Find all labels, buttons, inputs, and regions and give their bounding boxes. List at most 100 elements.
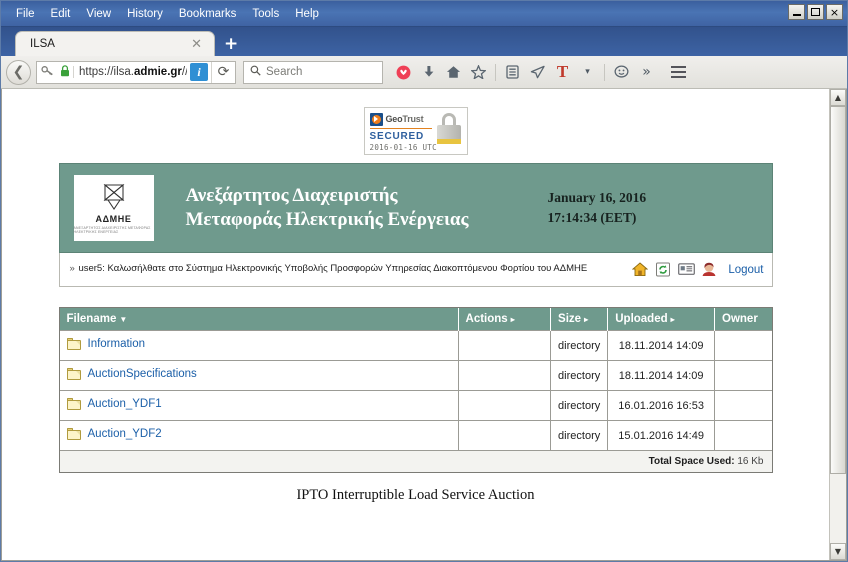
navigation-toolbar: ❮ https://ilsa.admie.gr//index.ph i ⟳ Se… bbox=[1, 56, 847, 89]
menu-hamburger-button[interactable] bbox=[665, 61, 691, 84]
cell-uploaded: 18.11.2014 14:09 bbox=[607, 330, 716, 361]
welcome-message-wrap: » user5: Καλωσήλθατε στο Σύστημα Ηλεκτρο… bbox=[70, 262, 633, 276]
column-header-filename[interactable]: Filename ▼ bbox=[59, 308, 459, 331]
welcome-bullet: » bbox=[69, 263, 76, 275]
menu-help[interactable]: Help bbox=[288, 6, 326, 22]
file-table: Filename ▼ Actions ▸ Size ▸ Uploaded ▸ Owner bbox=[59, 308, 772, 472]
table-row[interactable]: Auction_YDF1 directory 16.01.2016 16:53 bbox=[59, 390, 772, 421]
url-text: https://ilsa.admie.gr//index.ph bbox=[73, 66, 187, 78]
menu-edit[interactable]: Edit bbox=[44, 6, 78, 22]
table-row[interactable]: Auction_YDF2 directory 15.01.2016 14:49 bbox=[59, 420, 772, 451]
text-tool-glyph: T bbox=[556, 62, 569, 81]
sort-icon-size: ▸ bbox=[584, 315, 589, 324]
admie-logo-mark bbox=[103, 183, 124, 210]
toolbar-icons: T ▾ » bbox=[392, 61, 691, 84]
file-link[interactable]: Auction_YDF1 bbox=[66, 398, 162, 410]
vertical-scrollbar[interactable]: ▲ ▼ bbox=[829, 89, 846, 560]
address-bar[interactable]: https://ilsa.admie.gr//index.ph i ⟳ bbox=[36, 60, 236, 84]
welcome-icon-group: Logout bbox=[632, 262, 764, 277]
new-tab-button[interactable]: + bbox=[215, 36, 247, 53]
file-link[interactable]: AuctionSpecifications bbox=[66, 368, 197, 380]
geotrust-seal[interactable]: GeoTrust SECURED 2016-01-16 UTC bbox=[363, 107, 468, 155]
banner-date: January 16, 2016 bbox=[547, 190, 647, 206]
column-header-actions[interactable]: Actions ▸ bbox=[458, 308, 552, 331]
key-icon bbox=[37, 64, 57, 81]
dropdown-caret-icon[interactable]: ▾ bbox=[576, 61, 599, 84]
scroll-up-button[interactable]: ▲ bbox=[830, 89, 846, 106]
menu-tools-label: Tools bbox=[252, 7, 280, 20]
scrollbar-thumb[interactable] bbox=[830, 106, 846, 474]
scrollbar-track[interactable] bbox=[830, 106, 846, 543]
cell-filename: Auction_YDF1 bbox=[59, 390, 459, 421]
menu-history[interactable]: History bbox=[120, 6, 170, 22]
table-row[interactable]: AuctionSpecifications directory 18.11.20… bbox=[59, 360, 772, 391]
window-controls: × bbox=[788, 4, 843, 20]
column-header-owner[interactable]: Owner bbox=[714, 308, 772, 331]
cell-filename: Auction_YDF2 bbox=[59, 420, 459, 451]
cell-actions bbox=[458, 420, 552, 451]
home-icon[interactable] bbox=[442, 61, 465, 84]
folder-icon bbox=[66, 368, 81, 380]
cell-size: directory bbox=[550, 390, 609, 421]
column-header-uploaded[interactable]: Uploaded ▸ bbox=[607, 308, 716, 331]
cell-owner bbox=[714, 360, 772, 391]
admie-logo: ΑΔΜΗΕ ΑΝΕΞΑΡΤΗΤΟΣ ΔΙΑΧΕΙΡΙΣΤΗΣ ΜΕΤΑΦΟΡΑΣ… bbox=[73, 175, 154, 241]
downloads-icon[interactable] bbox=[417, 61, 440, 84]
tab-ilsa[interactable]: ILSA ✕ bbox=[15, 31, 215, 56]
user-avatar-icon[interactable] bbox=[701, 262, 717, 277]
send-tab-icon[interactable] bbox=[526, 61, 549, 84]
banner-datetime: January 16, 2016 17:14:34 (EET) bbox=[548, 188, 758, 227]
scroll-down-button[interactable]: ▼ bbox=[830, 543, 846, 560]
tab-close-icon[interactable]: ✕ bbox=[187, 38, 206, 51]
site-container: ΑΔΜΗΕ ΑΝΕΞΑΡΤΗΤΟΣ ΔΙΑΧΕΙΡΙΣΤΗΣ ΜΕΤΑΦΟΡΑΣ… bbox=[58, 163, 773, 504]
browser-window: File Edit View History Bookmarks Tools H… bbox=[0, 0, 848, 562]
file-link[interactable]: Auction_YDF2 bbox=[66, 428, 162, 440]
menu-bookmarks-label: Bookmarks bbox=[178, 7, 237, 20]
file-link[interactable]: Information bbox=[66, 338, 146, 350]
minimize-button[interactable] bbox=[788, 4, 805, 20]
url-domain: admie.gr bbox=[133, 66, 182, 78]
menu-bookmarks[interactable]: Bookmarks bbox=[172, 6, 244, 22]
cell-uploaded: 18.11.2014 14:09 bbox=[607, 360, 716, 391]
search-bar[interactable]: Search bbox=[243, 60, 383, 84]
maximize-button[interactable] bbox=[807, 4, 824, 20]
contact-card-icon[interactable] bbox=[678, 262, 696, 277]
geotrust-seal-row: GeoTrust SECURED 2016-01-16 UTC bbox=[2, 107, 829, 155]
refresh-icon[interactable] bbox=[655, 262, 671, 277]
file-table-head: Filename ▼ Actions ▸ Size ▸ Uploaded ▸ Owner bbox=[59, 308, 772, 331]
logout-link[interactable]: Logout bbox=[728, 264, 763, 276]
column-header-size[interactable]: Size ▸ bbox=[550, 308, 609, 331]
cell-actions bbox=[458, 390, 552, 421]
lock-icon bbox=[57, 64, 73, 80]
cell-uploaded: 15.01.2016 14:49 bbox=[607, 420, 716, 451]
site-identity-icon[interactable]: i bbox=[190, 63, 208, 81]
reader-list-icon[interactable] bbox=[501, 61, 524, 84]
menu-file[interactable]: File bbox=[9, 6, 42, 22]
pocket-icon[interactable] bbox=[392, 61, 415, 84]
close-window-button[interactable]: × bbox=[826, 4, 843, 20]
url-suffix: //index.ph bbox=[181, 66, 187, 78]
column-label-uploaded: Uploaded bbox=[615, 313, 668, 325]
cell-actions bbox=[458, 360, 552, 391]
search-input[interactable]: Search bbox=[266, 66, 302, 78]
file-name-label: Auction_YDF1 bbox=[87, 398, 162, 410]
bookmark-star-icon[interactable] bbox=[467, 61, 490, 84]
chat-icon[interactable] bbox=[610, 61, 633, 84]
table-row[interactable]: Information directory 18.11.2014 14:09 bbox=[59, 330, 772, 361]
site-title: Ανεξάρτητος Διαχειριστής Μεταφοράς Ηλεκτ… bbox=[186, 184, 548, 233]
toolbar-separator-2 bbox=[604, 63, 605, 81]
text-tool-icon[interactable]: T bbox=[551, 61, 574, 84]
reload-icon[interactable]: ⟳ bbox=[211, 61, 235, 83]
menu-view[interactable]: View bbox=[79, 6, 118, 22]
file-table-header-row: Filename ▼ Actions ▸ Size ▸ Uploaded ▸ Owner bbox=[59, 308, 772, 331]
back-button[interactable]: ❮ bbox=[6, 59, 31, 85]
file-name-label: Information bbox=[87, 338, 146, 350]
close-icon: × bbox=[829, 5, 840, 19]
menu-history-label: History bbox=[127, 7, 163, 20]
overflow-icon[interactable]: » bbox=[635, 61, 658, 84]
menu-tools[interactable]: Tools bbox=[245, 6, 286, 22]
cell-size: directory bbox=[550, 360, 609, 391]
tab-strip: ILSA ✕ + bbox=[1, 27, 847, 56]
file-table-body: Information directory 18.11.2014 14:09 A… bbox=[59, 330, 772, 451]
home-icon[interactable] bbox=[632, 262, 649, 277]
